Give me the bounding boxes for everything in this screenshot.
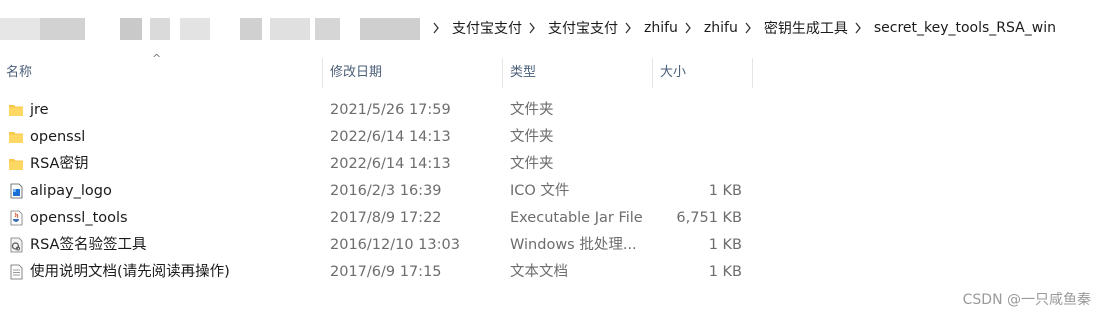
file-row[interactable]: RSA签名验签工具 2016/12/10 13:03 Windows 批处理... 1… bbox=[0, 232, 760, 259]
chevron-right-icon[interactable] bbox=[854, 22, 868, 34]
file-row[interactable]: jre 2021/5/26 17:59 文件夹 bbox=[0, 97, 760, 124]
breadcrumb-item[interactable]: zhifu bbox=[638, 20, 684, 36]
file-row[interactable]: RSA密钥 2022/6/14 14:13 文件夹 bbox=[0, 151, 760, 178]
breadcrumb: 支付宝支付 支付宝支付 zhifu zhifu 密钥生成工具 secret_key_too… bbox=[432, 0, 1062, 56]
chevron-right-icon[interactable] bbox=[624, 22, 638, 34]
blurred-path-segment bbox=[180, 18, 210, 40]
file-modified-date: 2016/2/3 16:39 bbox=[330, 183, 442, 199]
file-modified-date: 2021/5/26 17:59 bbox=[330, 102, 451, 118]
text-file-icon bbox=[8, 264, 24, 280]
sort-ascending-icon: ^ bbox=[152, 52, 162, 65]
blurred-path-segment bbox=[0, 18, 40, 40]
jar-file-icon bbox=[8, 210, 24, 226]
folder-icon bbox=[8, 129, 24, 145]
file-name: 使用说明文档(请先阅读再操作) bbox=[30, 264, 230, 280]
file-row[interactable]: alipay_logo 2016/2/3 16:39 ICO 文件 1 KB bbox=[0, 178, 760, 205]
file-size: 6,751 KB bbox=[676, 210, 742, 226]
chevron-right-icon[interactable] bbox=[744, 22, 758, 34]
file-modified-date: 2016/12/10 13:03 bbox=[330, 237, 460, 253]
column-name-header[interactable]: 名称 bbox=[6, 58, 32, 88]
file-name: jre bbox=[30, 102, 49, 118]
file-name: openssl bbox=[30, 129, 86, 145]
column-divider[interactable] bbox=[652, 58, 653, 88]
file-modified-date: 2017/6/9 17:15 bbox=[330, 264, 442, 280]
file-type: 文本文档 bbox=[510, 264, 568, 280]
file-name: alipay_logo bbox=[30, 183, 112, 199]
blurred-path-segment bbox=[360, 18, 420, 40]
chevron-right-icon[interactable] bbox=[684, 22, 698, 34]
column-divider[interactable] bbox=[752, 58, 753, 88]
blurred-path-segment bbox=[270, 18, 310, 40]
file-name: openssl_tools bbox=[30, 210, 128, 226]
file-modified-date: 2022/6/14 14:13 bbox=[330, 156, 451, 172]
chevron-right-icon[interactable] bbox=[528, 22, 542, 34]
file-row[interactable]: 使用说明文档(请先阅读再操作) 2017/6/9 17:15 文本文档 1 KB bbox=[0, 259, 760, 286]
file-type: 文件夹 bbox=[510, 129, 554, 145]
file-modified-date: 2022/6/14 14:13 bbox=[330, 129, 451, 145]
file-type: Windows 批处理... bbox=[510, 237, 637, 253]
folder-icon bbox=[8, 156, 24, 172]
column-type-header[interactable]: 类型 bbox=[510, 58, 536, 88]
breadcrumb-item[interactable]: zhifu bbox=[698, 20, 744, 36]
watermark: CSDN @一只咸鱼秦 bbox=[962, 292, 1091, 308]
file-name: RSA签名验签工具 bbox=[30, 237, 147, 253]
blurred-path-segment bbox=[315, 18, 340, 40]
column-date-header[interactable]: 修改日期 bbox=[330, 58, 382, 88]
file-size: 1 KB bbox=[708, 237, 742, 253]
file-name: RSA密钥 bbox=[30, 156, 89, 172]
file-size: 1 KB bbox=[708, 264, 742, 280]
file-row[interactable]: openssl 2022/6/14 14:13 文件夹 bbox=[0, 124, 760, 151]
breadcrumb-item[interactable]: 支付宝支付 bbox=[446, 18, 528, 38]
chevron-right-icon[interactable] bbox=[432, 22, 446, 34]
file-type: Executable Jar File bbox=[510, 210, 643, 226]
column-divider[interactable] bbox=[502, 58, 503, 88]
blurred-path-segment bbox=[150, 18, 170, 40]
blurred-path-segment bbox=[120, 18, 142, 40]
blurred-path-segment bbox=[240, 18, 262, 40]
batch-file-icon bbox=[8, 237, 24, 253]
file-type: 文件夹 bbox=[510, 102, 554, 118]
file-type: ICO 文件 bbox=[510, 183, 570, 199]
breadcrumb-item[interactable]: 支付宝支付 bbox=[542, 18, 624, 38]
column-divider[interactable] bbox=[322, 58, 323, 88]
ico-file-icon bbox=[8, 183, 24, 199]
folder-icon bbox=[8, 102, 24, 118]
file-modified-date: 2017/8/9 17:22 bbox=[330, 210, 442, 226]
breadcrumb-item[interactable]: 密钥生成工具 bbox=[758, 18, 854, 38]
column-header: 名称 ^ 修改日期 类型 大小 bbox=[0, 52, 760, 88]
address-bar[interactable]: 支付宝支付 支付宝支付 zhifu zhifu 密钥生成工具 secret_key_too… bbox=[0, 0, 1103, 56]
blurred-path-segment bbox=[40, 18, 85, 40]
file-size: 1 KB bbox=[708, 183, 742, 199]
file-type: 文件夹 bbox=[510, 156, 554, 172]
column-size-header[interactable]: 大小 bbox=[660, 58, 686, 88]
file-list: jre 2021/5/26 17:59 文件夹 openssl 2022/6/14 14… bbox=[0, 97, 760, 286]
breadcrumb-item[interactable]: secret_key_tools_RSA_win bbox=[868, 20, 1062, 36]
file-row[interactable]: openssl_tools 2017/8/9 17:22 Executable Ja… bbox=[0, 205, 760, 232]
